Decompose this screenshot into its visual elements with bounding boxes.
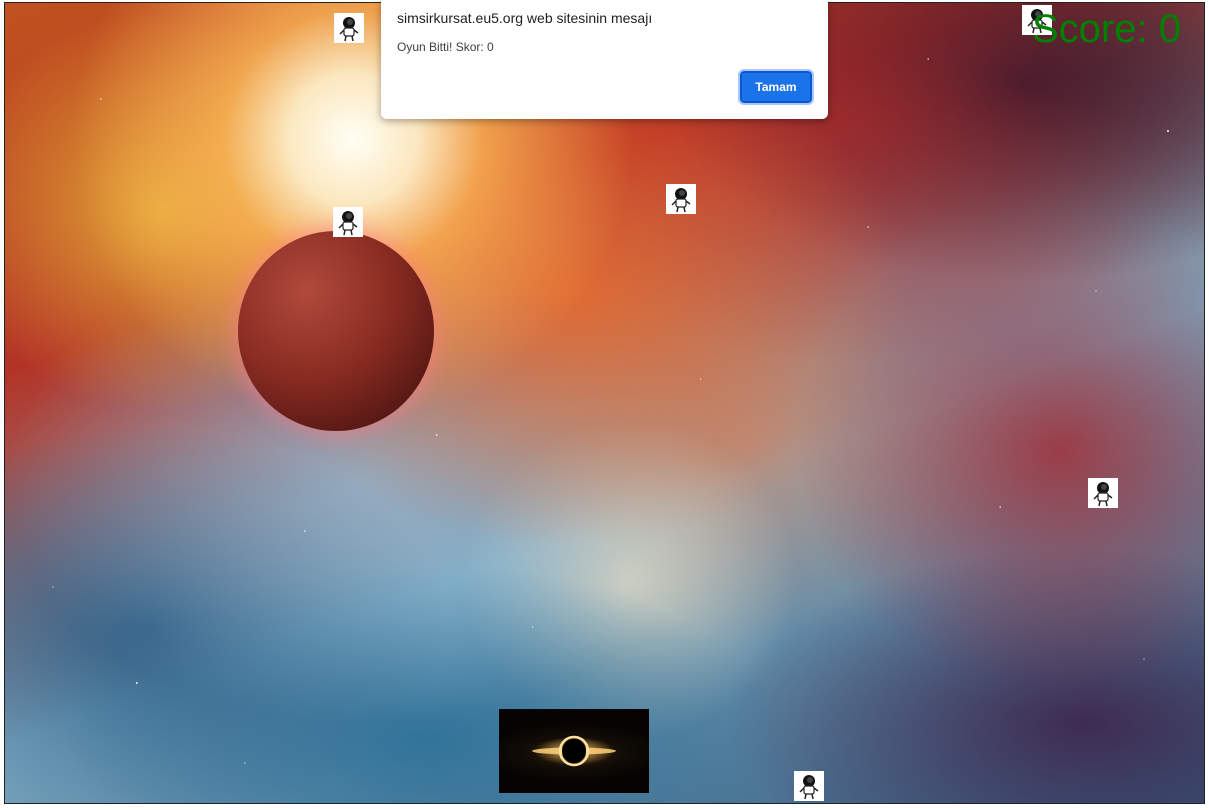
astronaut-icon	[334, 13, 364, 43]
dialog-title: simsirkursat.eu5.org web sitesinin mesaj…	[397, 10, 653, 26]
astronaut-icon	[1088, 478, 1118, 508]
game-canvas[interactable]	[4, 2, 1205, 804]
dialog-message: Oyun Bitti! Skor: 0	[397, 40, 494, 54]
score-display: Score: 0	[1032, 7, 1181, 51]
alert-dialog: simsirkursat.eu5.org web sitesinin mesaj…	[381, 0, 828, 119]
star-field	[5, 3, 1204, 803]
astronaut-icon	[794, 771, 824, 801]
astronaut-icon	[333, 207, 363, 237]
planet-image	[238, 231, 434, 431]
black-hole-player[interactable]	[499, 709, 649, 793]
astronaut-icon	[666, 184, 696, 214]
ok-button[interactable]: Tamam	[738, 69, 814, 105]
black-hole-icon	[532, 735, 616, 767]
